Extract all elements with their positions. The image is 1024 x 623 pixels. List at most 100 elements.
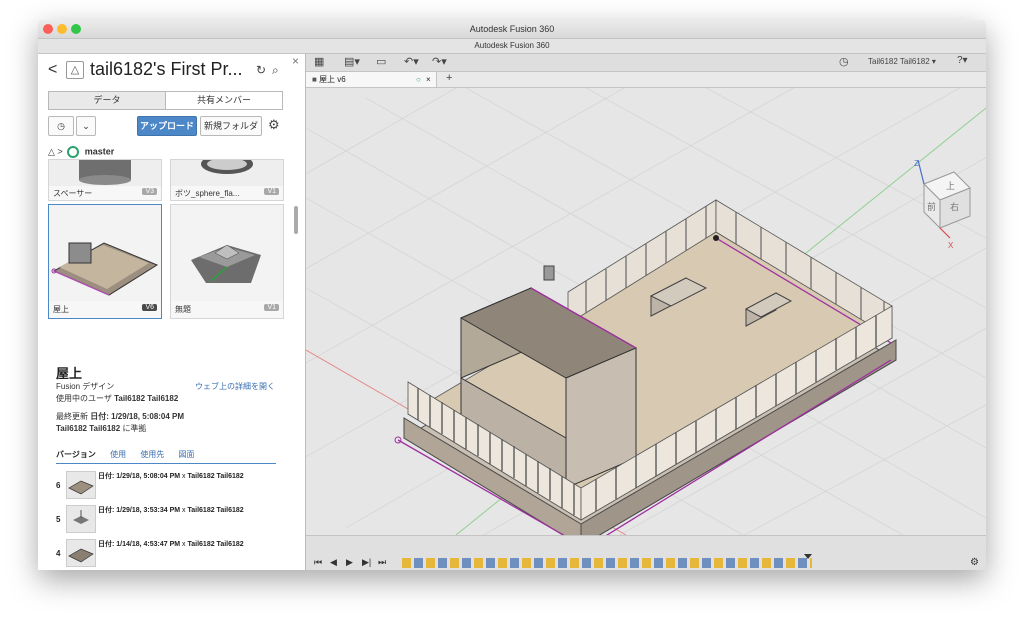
document-tab-icon: ■	[312, 75, 320, 84]
version-user: Tail6182 Tail6182	[187, 541, 244, 548]
details-type: Fusion デザイン	[56, 382, 115, 391]
version-row[interactable]: 6 日付: 1/29/18, 5:08:04 PM x Tail6182 Tai…	[56, 471, 286, 501]
breadcrumb-root[interactable]: △ >	[48, 146, 63, 156]
data-panel: < △ tail6182's First Pr... ↻ ⌕ × データ 共有メ…	[38, 54, 306, 570]
upload-button[interactable]: アップロード	[137, 116, 197, 136]
help-icon[interactable]: ?▾	[957, 55, 968, 66]
version-badge: V6	[142, 304, 157, 311]
open-web-details-link[interactable]: ウェブ上の詳細を開く	[195, 381, 275, 392]
timeline-first-button[interactable]: ⏮	[314, 557, 322, 568]
file-card[interactable]: スペーサー V3	[48, 159, 162, 201]
user-name: Tail6182 Tail6182	[114, 394, 179, 403]
document-tab[interactable]: ■ 屋上 v6 ○ ×	[306, 72, 437, 87]
gear-icon[interactable]: ⚙	[268, 117, 280, 133]
file-card[interactable]: 無題 V1	[170, 204, 284, 319]
version-row[interactable]: 5 日付: 1/29/18, 3:53:34 PM x Tail6182 Tai…	[56, 505, 286, 535]
tab-versions[interactable]: バージョン	[56, 450, 96, 459]
file-name: 屋上	[53, 305, 69, 314]
file-name: スペーサー	[53, 189, 93, 198]
version-number: 4	[56, 549, 61, 558]
viewcube[interactable]	[917, 159, 971, 239]
tab-data[interactable]: データ	[49, 92, 166, 109]
file-card-selected[interactable]: 屋上 V6	[48, 204, 162, 319]
file-thumbnail	[49, 205, 161, 301]
file-thumbnail	[171, 160, 283, 186]
view-dropdown-button[interactable]: ⌄	[76, 116, 96, 136]
updated-value: 日付: 1/29/18, 5:08:04 PM	[90, 412, 185, 421]
version-separator: x	[182, 541, 186, 548]
zoom-window-button[interactable]	[71, 24, 81, 34]
version-number: 6	[56, 481, 61, 490]
redo-icon[interactable]: ↷▾	[432, 55, 447, 68]
timeline-features[interactable]	[402, 558, 812, 568]
new-folder-button[interactable]: 新規フォルダ	[200, 116, 262, 136]
version-info: 日付: 1/29/18, 3:53:34 PM x Tail6182 Tail6…	[98, 505, 244, 515]
model-canvas[interactable]: 上 前 右 Z X	[306, 88, 986, 535]
back-button[interactable]: <	[48, 61, 57, 79]
document-tab-close[interactable]: ×	[426, 72, 431, 87]
details-user-row: 使用中のユーザ Tail6182 Tail6182	[56, 393, 178, 404]
refresh-icon[interactable]: ↻	[256, 63, 266, 77]
timeline-bar: ⏮ ◀ ▶ ▶| ⏭ ⚙	[306, 535, 986, 570]
version-separator: x	[182, 507, 186, 514]
version-info: 日付: 1/14/18, 4:53:47 PM x Tail6182 Tail6…	[98, 539, 244, 549]
viewcube-front-label: 前	[927, 201, 936, 212]
version-info: 日付: 1/29/18, 5:08:04 PM x Tail6182 Tail6…	[98, 471, 244, 481]
3d-viewport[interactable]: 上 前 右 Z X	[306, 88, 986, 535]
timeline-marker[interactable]	[804, 554, 812, 559]
window-title: Autodesk Fusion 360	[469, 24, 555, 34]
project-title[interactable]: tail6182's First Pr...	[90, 59, 243, 80]
viewcube-top-label: 上	[946, 181, 955, 191]
tab-used-in[interactable]: 使用先	[140, 450, 164, 459]
user-menu[interactable]: Tail6182 Tail6182 ▾	[868, 57, 936, 66]
updated-by: Tail6182 Tail6182	[56, 424, 121, 433]
timeline-next-button[interactable]: ▶|	[362, 557, 371, 568]
branch-name[interactable]: master	[85, 146, 115, 156]
file-thumbnail	[171, 205, 283, 301]
viewcube-right-label: 右	[950, 201, 959, 212]
timeline-prev-button[interactable]: ◀	[330, 557, 337, 568]
timeline-last-button[interactable]: ⏭	[378, 557, 386, 568]
file-name: ボツ_sphere_fla...	[175, 189, 240, 198]
user-label: 使用中のユーザ	[56, 394, 112, 403]
updated-label: 最終更新	[56, 412, 88, 421]
save-icon[interactable]: ▭	[376, 55, 386, 68]
file-card[interactable]: ボツ_sphere_fla... V1	[170, 159, 284, 201]
grid-menu-icon[interactable]: ▦	[314, 55, 324, 68]
file-menu-icon[interactable]: ▤▾	[344, 55, 360, 68]
window-subtitle: Autodesk Fusion 360	[38, 39, 986, 54]
panel-scrollbar[interactable]	[294, 206, 298, 234]
timeline-settings-icon[interactable]: ⚙	[970, 557, 979, 568]
version-row[interactable]: 4 日付: 1/14/18, 4:53:47 PM x Tail6182 Tai…	[56, 539, 286, 569]
project-icon: △	[66, 61, 84, 79]
file-name: 無題	[175, 305, 191, 314]
job-status-icon[interactable]: ◷	[839, 55, 849, 68]
details-pane: 屋上 Fusion デザイン ウェブ上の詳細を開く 使用中のユーザ Tail61…	[38, 355, 305, 570]
minimize-window-button[interactable]	[57, 24, 67, 34]
version-badge: V1	[264, 188, 279, 195]
version-separator: x	[182, 473, 186, 480]
search-icon[interactable]: ⌕	[272, 63, 279, 78]
file-thumbnail	[49, 160, 161, 186]
close-panel-button[interactable]: ×	[292, 54, 299, 68]
history-button[interactable]: ◷	[48, 116, 74, 136]
title-bar: Autodesk Fusion 360	[38, 20, 986, 39]
tab-members[interactable]: 共有メンバー	[166, 92, 282, 109]
panel-header: < △ tail6182's First Pr... ↻ ⌕ ×	[38, 54, 305, 88]
version-thumbnail	[66, 471, 96, 499]
branch-icon	[67, 146, 80, 158]
document-tab-label: 屋上 v6	[319, 75, 346, 84]
close-window-button[interactable]	[43, 24, 53, 34]
app-window: Autodesk Fusion 360 Autodesk Fusion 360 …	[38, 20, 986, 570]
timeline-play-button[interactable]: ▶	[346, 557, 353, 568]
version-badge: V1	[264, 304, 279, 311]
tab-uses[interactable]: 使用	[110, 450, 126, 459]
version-date: 日付: 1/14/18, 4:53:47 PM	[98, 541, 181, 548]
new-tab-button[interactable]: +	[446, 72, 452, 84]
axis-z-label: Z	[914, 159, 919, 168]
document-status-icon: ○	[416, 75, 421, 84]
tab-drawings[interactable]: 図面	[179, 450, 195, 459]
axis-x-label: X	[948, 241, 954, 250]
panel-tabs: データ 共有メンバー	[48, 91, 283, 110]
undo-icon[interactable]: ↶▾	[404, 55, 419, 68]
